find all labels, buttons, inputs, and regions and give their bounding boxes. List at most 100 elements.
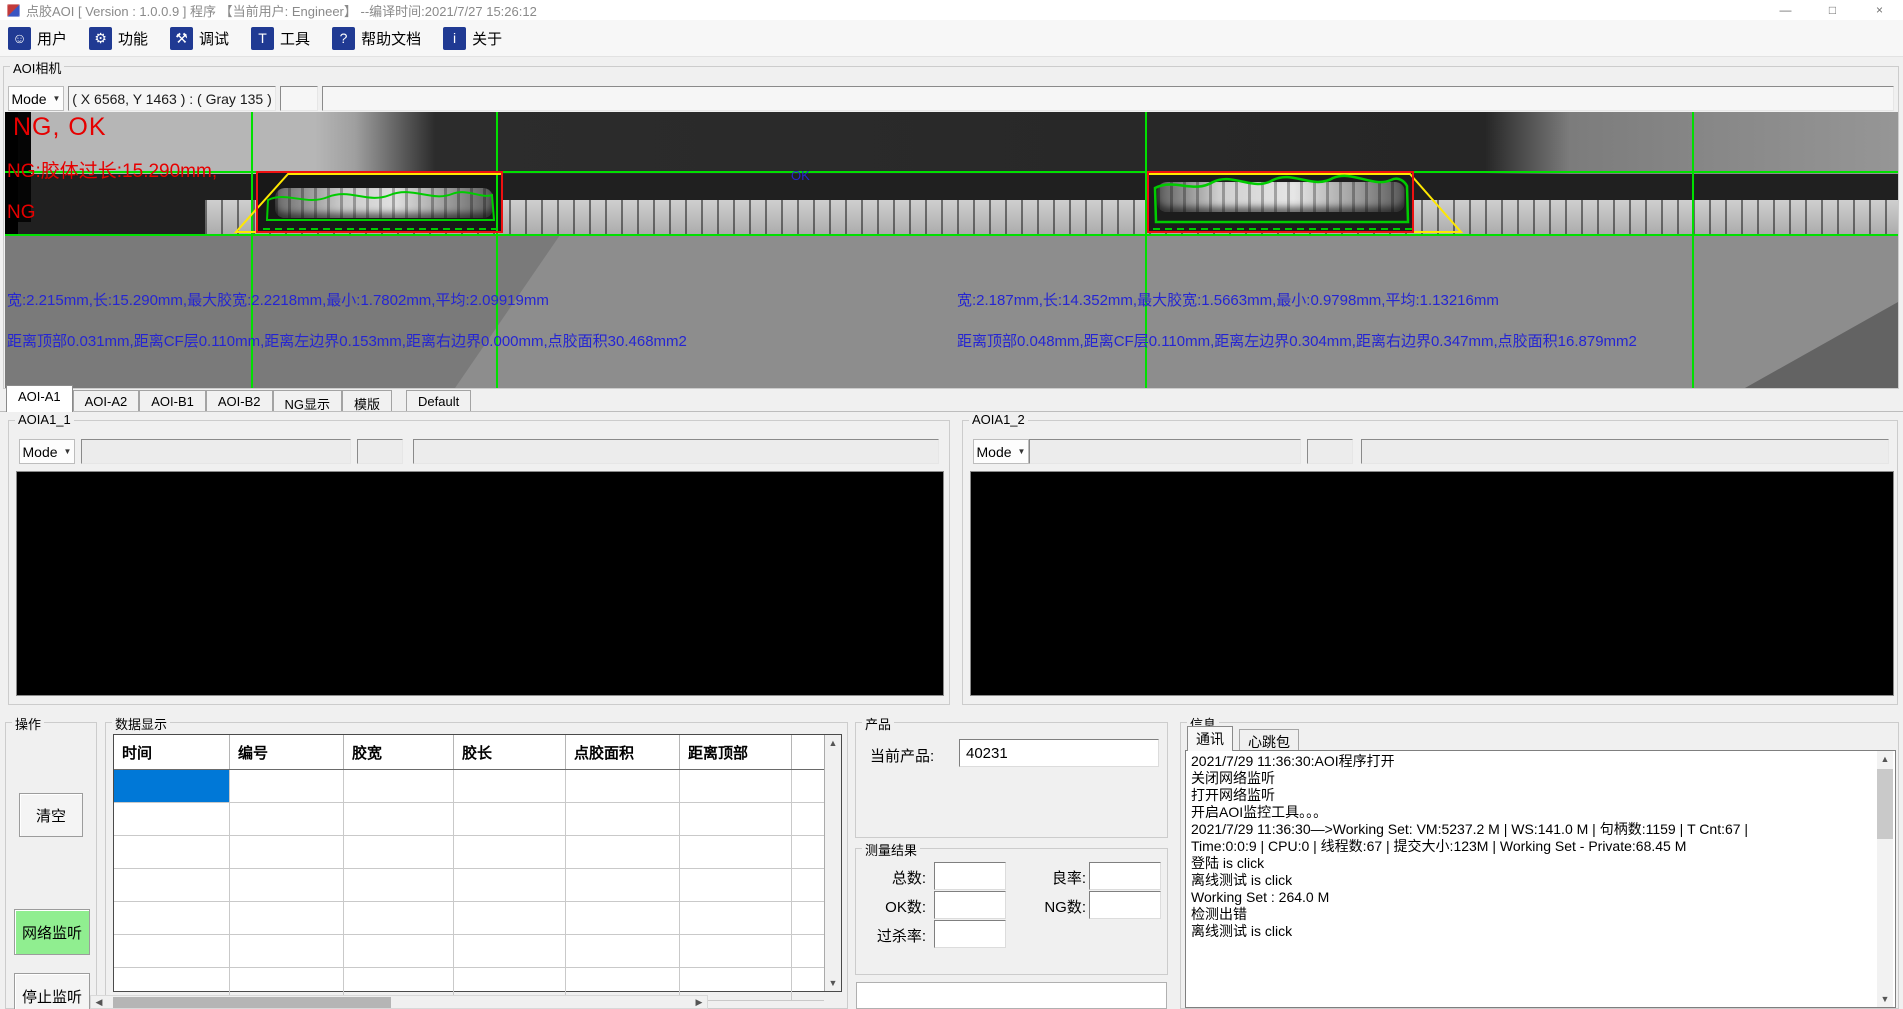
data-table: 时间编号胶宽胶长点胶面积距离顶部 ▲ ▼	[113, 734, 842, 992]
table-cell[interactable]	[566, 902, 680, 934]
subview-left-mode-dropdown[interactable]: Mode ▼	[19, 439, 75, 464]
scroll-down-icon[interactable]: ▼	[825, 975, 841, 991]
subview-left-group: AOIA1_1 Mode ▼	[8, 420, 950, 705]
toolbar-button-debug-wrench[interactable]: ⚒调试	[170, 27, 229, 50]
table-cell[interactable]	[680, 902, 792, 934]
table-cell[interactable]	[792, 935, 824, 967]
tab-[interactable]: 模版	[342, 390, 392, 412]
table-cell[interactable]	[792, 968, 824, 1000]
table-cell[interactable]	[792, 869, 824, 901]
overkill-field[interactable]	[934, 920, 1006, 948]
tab-aoi-b2[interactable]: AOI-B2	[206, 390, 273, 412]
table-cell[interactable]	[792, 836, 824, 868]
table-cell[interactable]	[344, 836, 454, 868]
scroll-down-icon[interactable]: ▼	[1877, 991, 1893, 1007]
table-cell[interactable]	[344, 869, 454, 901]
column-header-4[interactable]: 胶长	[454, 735, 566, 769]
table-cell[interactable]	[230, 902, 344, 934]
table-cell[interactable]	[454, 803, 566, 835]
table-cell[interactable]	[114, 935, 230, 967]
table-cell[interactable]	[454, 770, 566, 802]
table-horizontal-scrollbar[interactable]: ◀ ▶	[90, 995, 708, 1009]
table-cell[interactable]	[792, 770, 824, 802]
table-cell[interactable]	[566, 836, 680, 868]
ng-count-field[interactable]	[1089, 891, 1161, 919]
horizontal-scroll-thumb[interactable]	[113, 997, 391, 1008]
network-listen-button[interactable]: 网络监听	[14, 909, 90, 955]
tab-aoi-a1[interactable]: AOI-A1	[6, 385, 73, 412]
table-cell[interactable]	[344, 770, 454, 802]
scroll-up-icon[interactable]: ▲	[825, 735, 841, 751]
column-header-6[interactable]: 距离顶部	[680, 735, 792, 769]
table-cell[interactable]	[230, 935, 344, 967]
scroll-right-icon[interactable]: ▶	[691, 996, 707, 1008]
maximize-button[interactable]: □	[1809, 0, 1856, 20]
table-cell[interactable]	[680, 803, 792, 835]
tab-ng[interactable]: NG显示	[273, 390, 343, 412]
total-field[interactable]	[934, 862, 1006, 890]
subview-right-field-2	[1307, 439, 1353, 464]
table-cell[interactable]	[344, 803, 454, 835]
stop-listen-button[interactable]: 停止监听	[14, 973, 90, 1009]
table-cell[interactable]	[680, 935, 792, 967]
table-cell[interactable]	[566, 770, 680, 802]
camera-mode-dropdown[interactable]: Mode ▼	[8, 86, 64, 111]
table-vertical-scrollbar[interactable]: ▲ ▼	[824, 735, 841, 991]
camera-image[interactable]: NG, OK NG:胶体过长:15.290mm, NG OK 宽:2.215mm…	[5, 112, 1898, 388]
subview-right-mode-dropdown[interactable]: Mode ▼	[973, 439, 1029, 464]
column-header-2[interactable]: 编号	[230, 735, 344, 769]
camera-group: AOI相机 Mode ▼ ( X 6568, Y 1463 ) : ( Gray…	[3, 66, 1899, 389]
table-cell[interactable]	[566, 803, 680, 835]
table-cell[interactable]	[114, 869, 230, 901]
table-cell[interactable]	[344, 902, 454, 934]
info-log[interactable]: 2021/7/29 11:36:30:AOI程序打开关闭网络监听打开网络监听开启…	[1185, 750, 1896, 1008]
toolbar-button-function-gear[interactable]: ⚙功能	[89, 27, 148, 50]
column-header-3[interactable]: 胶宽	[344, 735, 454, 769]
tab-aoi-b1[interactable]: AOI-B1	[139, 390, 206, 412]
table-cell[interactable]	[230, 770, 344, 802]
table-cell[interactable]	[566, 869, 680, 901]
table-cell[interactable]	[114, 902, 230, 934]
info-tab-comm[interactable]: 通讯	[1187, 726, 1233, 751]
table-cell[interactable]	[114, 803, 230, 835]
column-header-5[interactable]: 点胶面积	[566, 735, 680, 769]
subview-right-image[interactable]	[970, 471, 1894, 696]
toolbar-button-tools[interactable]: T工具	[251, 27, 310, 50]
table-cell[interactable]	[230, 836, 344, 868]
table-cell[interactable]	[230, 869, 344, 901]
toolbar-button-user[interactable]: ☺用户	[8, 27, 67, 50]
clear-button[interactable]: 清空	[19, 793, 83, 837]
column-header-1[interactable]: 时间	[114, 735, 230, 769]
table-cell[interactable]	[792, 803, 824, 835]
table-cell[interactable]	[344, 935, 454, 967]
table-cell[interactable]	[454, 836, 566, 868]
tab-aoi-a2[interactable]: AOI-A2	[73, 390, 140, 412]
log-vertical-scrollbar[interactable]: ▲ ▼	[1877, 751, 1893, 1007]
table-cell[interactable]	[680, 770, 792, 802]
table-cell[interactable]	[454, 902, 566, 934]
table-cell[interactable]	[454, 935, 566, 967]
table-cell[interactable]	[680, 869, 792, 901]
current-product-field[interactable]: 40231	[959, 739, 1159, 767]
ok-count-field[interactable]	[934, 891, 1006, 919]
toolbar-button-label: 调试	[199, 28, 229, 49]
table-cell-selected[interactable]	[114, 770, 230, 802]
yield-field[interactable]	[1089, 862, 1161, 890]
ok-count-label: OK数:	[864, 896, 926, 917]
table-cell[interactable]	[792, 902, 824, 934]
scroll-up-icon[interactable]: ▲	[1877, 751, 1893, 767]
tab-default[interactable]: Default	[406, 390, 471, 412]
scroll-left-icon[interactable]: ◀	[91, 996, 107, 1008]
table-cell[interactable]	[230, 803, 344, 835]
table-cell[interactable]	[454, 869, 566, 901]
log-scroll-thumb[interactable]	[1877, 769, 1893, 839]
table-cell[interactable]	[680, 836, 792, 868]
close-button[interactable]: ×	[1856, 0, 1903, 20]
table-cell[interactable]	[566, 935, 680, 967]
data-table-body	[114, 770, 824, 1001]
minimize-button[interactable]: —	[1762, 0, 1809, 20]
toolbar-button-help[interactable]: ?帮助文档	[332, 27, 421, 50]
toolbar-button-about[interactable]: i关于	[443, 27, 502, 50]
subview-left-image[interactable]	[16, 471, 944, 696]
table-cell[interactable]	[114, 836, 230, 868]
